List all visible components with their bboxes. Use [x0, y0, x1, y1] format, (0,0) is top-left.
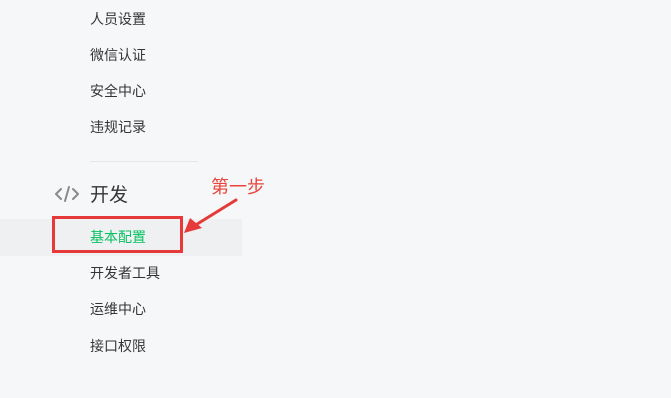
- sidebar-section-development: 开发: [90, 184, 129, 206]
- annotation-arrow-icon: [184, 198, 238, 233]
- code-icon: [55, 186, 79, 202]
- sidebar-item-developer-tools[interactable]: 开发者工具: [90, 264, 160, 284]
- sidebar-item-ops-center[interactable]: 运维中心: [90, 300, 146, 320]
- sidebar-item-violation-records[interactable]: 违规记录: [90, 118, 146, 138]
- sidebar-item-api-permissions[interactable]: 接口权限: [90, 337, 146, 357]
- sidebar-item-security-center[interactable]: 安全中心: [90, 82, 146, 102]
- annotation-highlight-box: [52, 216, 183, 253]
- sidebar-divider: [90, 161, 198, 162]
- sidebar-item-wechat-verification[interactable]: 微信认证: [90, 46, 146, 66]
- sidebar-item-personnel-settings[interactable]: 人员设置: [90, 10, 146, 30]
